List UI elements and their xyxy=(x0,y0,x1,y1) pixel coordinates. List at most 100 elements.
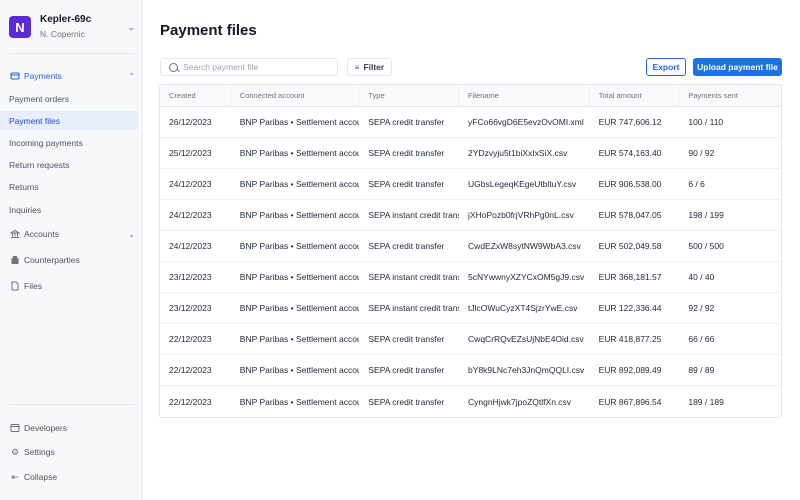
filter-icon: ≡ xyxy=(354,62,360,72)
sidebar-section-accounts[interactable]: Accounts ⌄ xyxy=(9,225,135,243)
page-title: Payment files xyxy=(160,22,257,39)
sidebar-item-payment-files[interactable]: Payment files xyxy=(0,111,138,130)
cell-connected-account: BNP Paribas • Settlement account xyxy=(239,241,360,251)
cell-type: SEPA credit transfer xyxy=(368,396,445,407)
column-header-connected-account[interactable]: Connected account xyxy=(231,85,360,106)
sidebar-item-return-requests[interactable]: Return requests xyxy=(0,155,138,174)
table-body: 26/12/2023 BNP Paribas • Settlement accou… xyxy=(160,107,781,417)
column-header-created[interactable]: Created xyxy=(160,85,231,106)
cell-filename: bY8k9LNc7eh3JnQmQQLI.csv xyxy=(468,365,585,375)
org-user: N. Copernic xyxy=(40,29,85,39)
cell-filename: CyngnHjwk7jpoZQtlfXn.csv xyxy=(468,396,572,407)
sidebar-item-label: Counterparties xyxy=(24,255,80,265)
payments-icon xyxy=(9,71,21,81)
cell-connected-account: BNP Paribas • Settlement account xyxy=(239,148,360,158)
cell-connected-account: BNP Paribas • Settlement account xyxy=(239,365,360,375)
table-row[interactable]: 25/12/2023 BNP Paribas • Settlement accou… xyxy=(160,138,781,169)
table-row[interactable]: 22/12/2023 BNP Paribas • Settlement accou… xyxy=(160,324,781,355)
sidebar-item-incoming-payments[interactable]: Incoming payments xyxy=(0,133,138,152)
search-box[interactable] xyxy=(160,58,338,76)
cell-type: SEPA credit transfer xyxy=(368,117,445,127)
cell-created: 25/12/2023 xyxy=(169,148,212,158)
cell-created: 22/12/2023 xyxy=(169,396,212,407)
collapse-icon: ⇤ xyxy=(11,471,19,482)
sidebar-item-developers[interactable]: Developers xyxy=(9,419,135,437)
cell-total-amount: EUR 867,896.54 xyxy=(598,396,662,407)
cell-created: 22/12/2023 xyxy=(169,365,212,375)
export-button[interactable]: Export xyxy=(646,58,686,76)
sidebar-section-payments[interactable]: Payments ⌃ xyxy=(9,67,135,85)
cell-connected-account: BNP Paribas • Settlement account xyxy=(239,396,360,407)
sidebar-collapse-button[interactable]: ⇤ Collapse xyxy=(9,468,135,486)
search-icon xyxy=(169,62,178,72)
cell-type: SEPA credit transfer xyxy=(368,241,445,251)
upload-payment-file-button[interactable]: Upload payment file xyxy=(693,58,782,76)
cell-connected-account: BNP Paribas • Settlement account xyxy=(239,303,360,313)
cell-type: SEPA instant credit transfer xyxy=(368,210,459,220)
cell-created: 22/12/2023 xyxy=(169,334,212,344)
cell-payments-sent: 90 / 92 xyxy=(688,148,715,158)
table-row[interactable]: 23/12/2023 BNP Paribas • Settlement accou… xyxy=(160,293,781,324)
cell-connected-account: BNP Paribas • Settlement account xyxy=(239,117,360,127)
cell-total-amount: EUR 747,606.12 xyxy=(598,117,662,127)
search-input[interactable] xyxy=(183,62,333,72)
divider xyxy=(9,404,135,405)
cell-payments-sent: 6 / 6 xyxy=(688,179,705,189)
cell-payments-sent: 40 / 40 xyxy=(688,272,715,282)
sidebar-section-label: Payments xyxy=(24,71,62,81)
gear-icon: ⚙ xyxy=(10,446,20,457)
sidebar-item-label: Files xyxy=(24,281,42,291)
cell-created: 24/12/2023 xyxy=(169,210,212,220)
sidebar-item-files[interactable]: Files xyxy=(9,277,135,295)
table-row[interactable]: 23/12/2023 BNP Paribas • Settlement accou… xyxy=(160,262,781,293)
sidebar-item-settings[interactable]: ⚙ Settings xyxy=(9,443,135,461)
column-header-total-amount[interactable]: Total amount xyxy=(590,85,680,106)
sidebar-item-payment-orders[interactable]: Payment orders xyxy=(0,89,138,108)
cell-total-amount: EUR 574,163.40 xyxy=(598,148,662,158)
org-name: Kepler-69c xyxy=(40,14,92,25)
org-switcher[interactable]: N Kepler-69c N. Copernic ⌄ xyxy=(9,14,136,40)
chevron-up-icon: ⌃ xyxy=(128,71,135,81)
cell-connected-account: BNP Paribas • Settlement account xyxy=(239,179,360,189)
sidebar-item-inquiries[interactable]: Inquiries xyxy=(0,200,138,219)
cell-created: 24/12/2023 xyxy=(169,241,212,251)
table-row[interactable]: 22/12/2023 BNP Paribas • Settlement accou… xyxy=(160,355,781,386)
cell-filename: tJlcOWuCyzXT4SjzrYwE.csv xyxy=(468,303,578,313)
sidebar-section-label: Accounts xyxy=(24,229,59,239)
filter-button[interactable]: ≡ Filter xyxy=(347,58,392,76)
org-logo: N xyxy=(9,16,31,38)
column-header-type[interactable]: Type xyxy=(359,85,460,106)
table-row[interactable]: 24/12/2023 BNP Paribas • Settlement accou… xyxy=(160,169,781,200)
cell-filename: CwqCrRQvEZsUjNbE4Oid.csv xyxy=(468,334,584,344)
cell-filename: UGbsLegeqKEgeUtbltuY.csv xyxy=(468,179,577,189)
chevron-down-icon: ⌄ xyxy=(128,229,135,239)
table-row[interactable]: 26/12/2023 BNP Paribas • Settlement accou… xyxy=(160,107,781,138)
cell-filename: 5cNYwwnyXZYCxOM5gJ9.csv xyxy=(468,272,585,282)
column-header-filename[interactable]: Filename xyxy=(459,85,590,106)
column-header-payments-sent[interactable]: Payments sent xyxy=(679,85,781,106)
table-row[interactable]: 24/12/2023 BNP Paribas • Settlement accou… xyxy=(160,231,781,262)
cell-created: 23/12/2023 xyxy=(169,272,212,282)
cell-connected-account: BNP Paribas • Settlement account xyxy=(239,272,360,282)
cell-created: 23/12/2023 xyxy=(169,303,212,313)
cell-payments-sent: 100 / 110 xyxy=(688,117,724,127)
cell-payments-sent: 189 / 189 xyxy=(688,396,724,407)
cell-type: SEPA credit transfer xyxy=(368,148,445,158)
org-text: Kepler-69c N. Copernic xyxy=(40,14,128,40)
cell-payments-sent: 92 / 92 xyxy=(688,303,715,313)
table-header: Created Connected account Type Filename Tota… xyxy=(160,85,781,107)
sidebar-item-counterparties[interactable]: Counterparties xyxy=(9,251,135,269)
cell-connected-account: BNP Paribas • Settlement account xyxy=(239,210,360,220)
cell-total-amount: EUR 368,181.57 xyxy=(598,272,662,282)
cell-total-amount: EUR 892,089.49 xyxy=(598,365,662,375)
divider xyxy=(9,53,135,54)
bank-icon xyxy=(9,229,21,239)
table-row[interactable]: 22/12/2023 BNP Paribas • Settlement accou… xyxy=(160,386,781,417)
cell-total-amount: EUR 578,047.05 xyxy=(598,210,662,220)
cell-created: 26/12/2023 xyxy=(169,117,212,127)
cell-payments-sent: 500 / 500 xyxy=(688,241,724,251)
sidebar-item-returns[interactable]: Returns xyxy=(0,177,138,196)
cell-filename: jXHoPozb0frjVRhPg0nL.csv xyxy=(468,210,574,220)
table-row[interactable]: 24/12/2023 BNP Paribas • Settlement accou… xyxy=(160,200,781,231)
sidebar-item-label: Developers xyxy=(24,423,67,433)
